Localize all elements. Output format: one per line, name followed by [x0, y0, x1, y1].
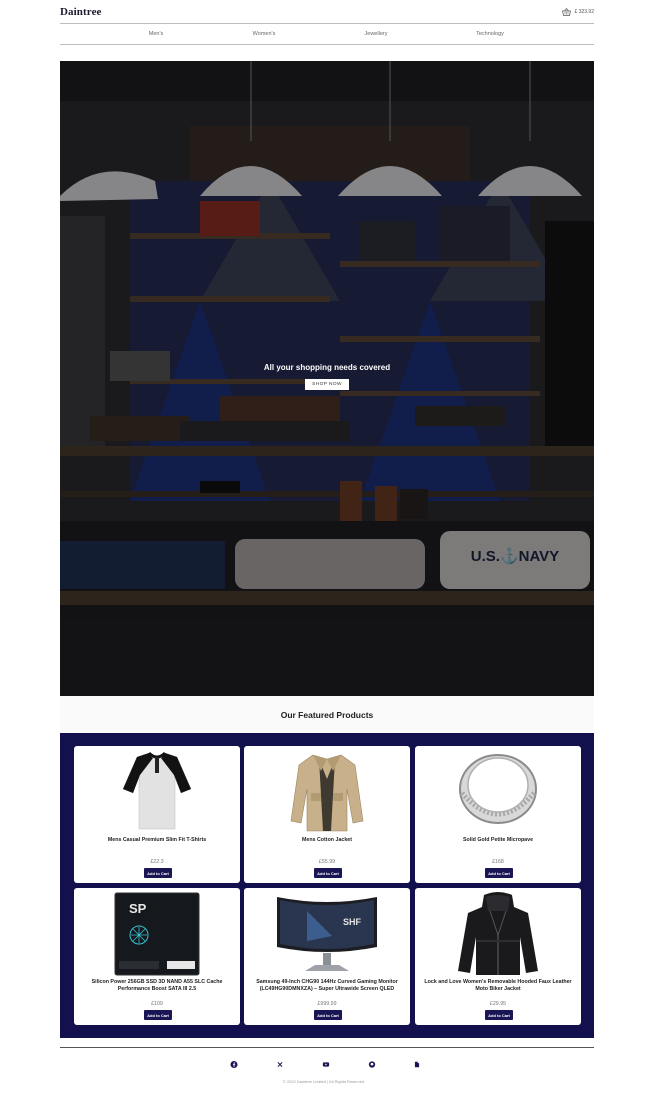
- ssd-image: SP: [114, 892, 200, 976]
- product-name[interactable]: Silicon Power 256GB SSD 3D NAND A55 SLC …: [82, 979, 232, 992]
- add-to-cart-button[interactable]: Add to Cart: [314, 1010, 342, 1020]
- product-grid: Mens Casual Premium Slim Fit T-Shirts £2…: [60, 733, 594, 1038]
- tshirt-image: [122, 751, 192, 830]
- product-name[interactable]: Lock and Love Women's Removable Hooded F…: [423, 979, 573, 992]
- nav-item-technology[interactable]: Technology: [476, 31, 504, 37]
- add-to-cart-button[interactable]: Add to Cart: [314, 868, 342, 878]
- basket-icon: [561, 7, 571, 16]
- nav-item-womens[interactable]: Women's: [253, 31, 276, 37]
- main-nav: Men's Women's Jewellery Technology: [60, 24, 594, 45]
- nav-item-mens[interactable]: Men's: [149, 31, 164, 37]
- product-card[interactable]: Solid Gold Petite Micropave £168 Add to …: [415, 746, 581, 883]
- add-to-cart-button[interactable]: Add to Cart: [144, 868, 172, 878]
- svg-text:SHF: SHF: [343, 917, 362, 927]
- product-price: £55.99: [318, 859, 336, 865]
- site-header: Daintree £ 323.92: [60, 0, 594, 24]
- product-image-ssd[interactable]: SP: [74, 891, 240, 976]
- cart-summary[interactable]: £ 323.92: [561, 7, 594, 16]
- monitor-image: SHF: [277, 897, 377, 971]
- brand-logo[interactable]: Daintree: [60, 6, 102, 18]
- product-card[interactable]: SP Silicon Power 256GB SSD 3D NAND A55 S…: [74, 888, 240, 1025]
- featured-title: Our Featured Products: [280, 709, 374, 720]
- document-icon[interactable]: [413, 1060, 422, 1069]
- add-to-cart-button[interactable]: Add to Cart: [485, 1010, 513, 1020]
- product-card[interactable]: Lock and Love Women's Removable Hooded F…: [415, 888, 581, 1025]
- product-card[interactable]: SHF Samsung 49-Inch CHG90 144Hz Curved G…: [244, 888, 410, 1025]
- product-price: £29.95: [489, 1001, 507, 1007]
- hero-title: All your shopping needs covered: [263, 363, 391, 372]
- hero-banner: U.S.⚓NAVY All your shopping needs covere…: [60, 61, 594, 696]
- product-image-monitor[interactable]: SHF: [244, 891, 410, 976]
- product-name[interactable]: Solid Gold Petite Micropave: [423, 837, 573, 844]
- x-icon[interactable]: [276, 1060, 285, 1069]
- product-price: £168: [492, 859, 504, 865]
- product-price: £22.3: [150, 859, 164, 865]
- product-image-tshirt[interactable]: [74, 749, 240, 834]
- product-name[interactable]: Mens Cotton Jacket: [252, 837, 402, 844]
- product-price: £109: [151, 1001, 163, 1007]
- product-card[interactable]: Mens Casual Premium Slim Fit T-Shirts £2…: [74, 746, 240, 883]
- leather-jacket-image: [458, 892, 538, 975]
- shop-now-button[interactable]: SHOP NOW: [305, 379, 349, 390]
- facebook-icon[interactable]: [230, 1060, 239, 1069]
- add-to-cart-button[interactable]: Add to Cart: [485, 868, 513, 878]
- jacket-image: [290, 754, 364, 832]
- hero-content: All your shopping needs covered SHOP NOW: [60, 363, 594, 390]
- nav-item-jewellery[interactable]: Jewellery: [365, 31, 388, 37]
- ring-image: [459, 754, 537, 824]
- cart-total: £ 323.92: [574, 8, 594, 15]
- svg-text:SP: SP: [129, 901, 147, 916]
- featured-header: Our Featured Products: [60, 696, 594, 733]
- product-image-leather-jacket[interactable]: [415, 891, 581, 976]
- footer-divider: [60, 1047, 594, 1048]
- product-card[interactable]: Mens Cotton Jacket £55.99 Add to Cart: [244, 746, 410, 883]
- product-name[interactable]: Mens Casual Premium Slim Fit T-Shirts: [82, 837, 232, 844]
- github-icon[interactable]: [368, 1060, 377, 1069]
- product-price: £999.99: [317, 1001, 337, 1007]
- copyright-text: © 2022 Daintree Limited | All Rights Res…: [282, 1079, 365, 1084]
- add-to-cart-button[interactable]: Add to Cart: [144, 1010, 172, 1020]
- product-name[interactable]: Samsung 49-Inch CHG90 144Hz Curved Gamin…: [252, 979, 402, 992]
- product-image-ring[interactable]: [415, 749, 581, 834]
- youtube-icon[interactable]: [322, 1060, 331, 1069]
- product-image-jacket[interactable]: [244, 749, 410, 834]
- social-links: [0, 1060, 647, 1070]
